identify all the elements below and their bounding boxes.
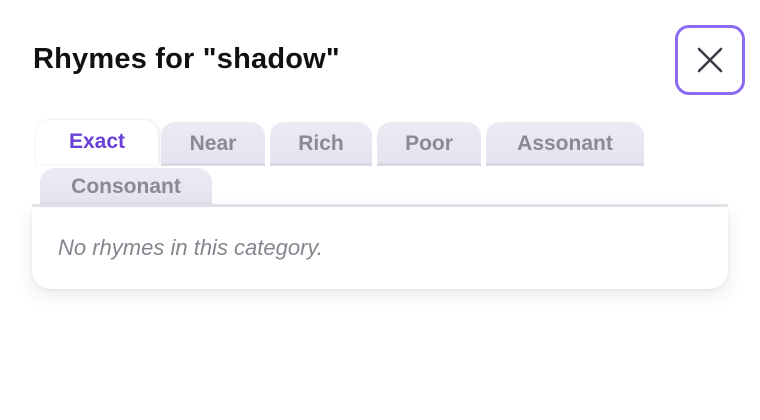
rhymes-dialog: Rhymes for "shadow" Exact Near Rich Poor… <box>0 0 760 420</box>
dialog-title: Rhymes for "shadow" <box>33 43 340 75</box>
tab-assonant[interactable]: Assonant <box>486 122 644 166</box>
tab-rich[interactable]: Rich <box>270 122 372 166</box>
rhymes-panel: No rhymes in this category. <box>32 207 728 289</box>
tab-label: Consonant <box>71 175 181 198</box>
tab-consonant[interactable]: Consonant <box>40 168 212 206</box>
tab-near[interactable]: Near <box>161 122 265 166</box>
close-button[interactable] <box>675 25 745 95</box>
tab-poor[interactable]: Poor <box>377 122 481 166</box>
tab-exact[interactable]: Exact <box>36 120 158 164</box>
empty-state-message: No rhymes in this category. <box>58 235 323 260</box>
tab-label: Rich <box>298 132 344 155</box>
tab-label: Exact <box>68 130 126 153</box>
close-icon <box>696 46 724 74</box>
tab-label: Poor <box>405 132 453 155</box>
tab-label: Assonant <box>517 132 613 155</box>
tab-label: Near <box>189 132 237 155</box>
